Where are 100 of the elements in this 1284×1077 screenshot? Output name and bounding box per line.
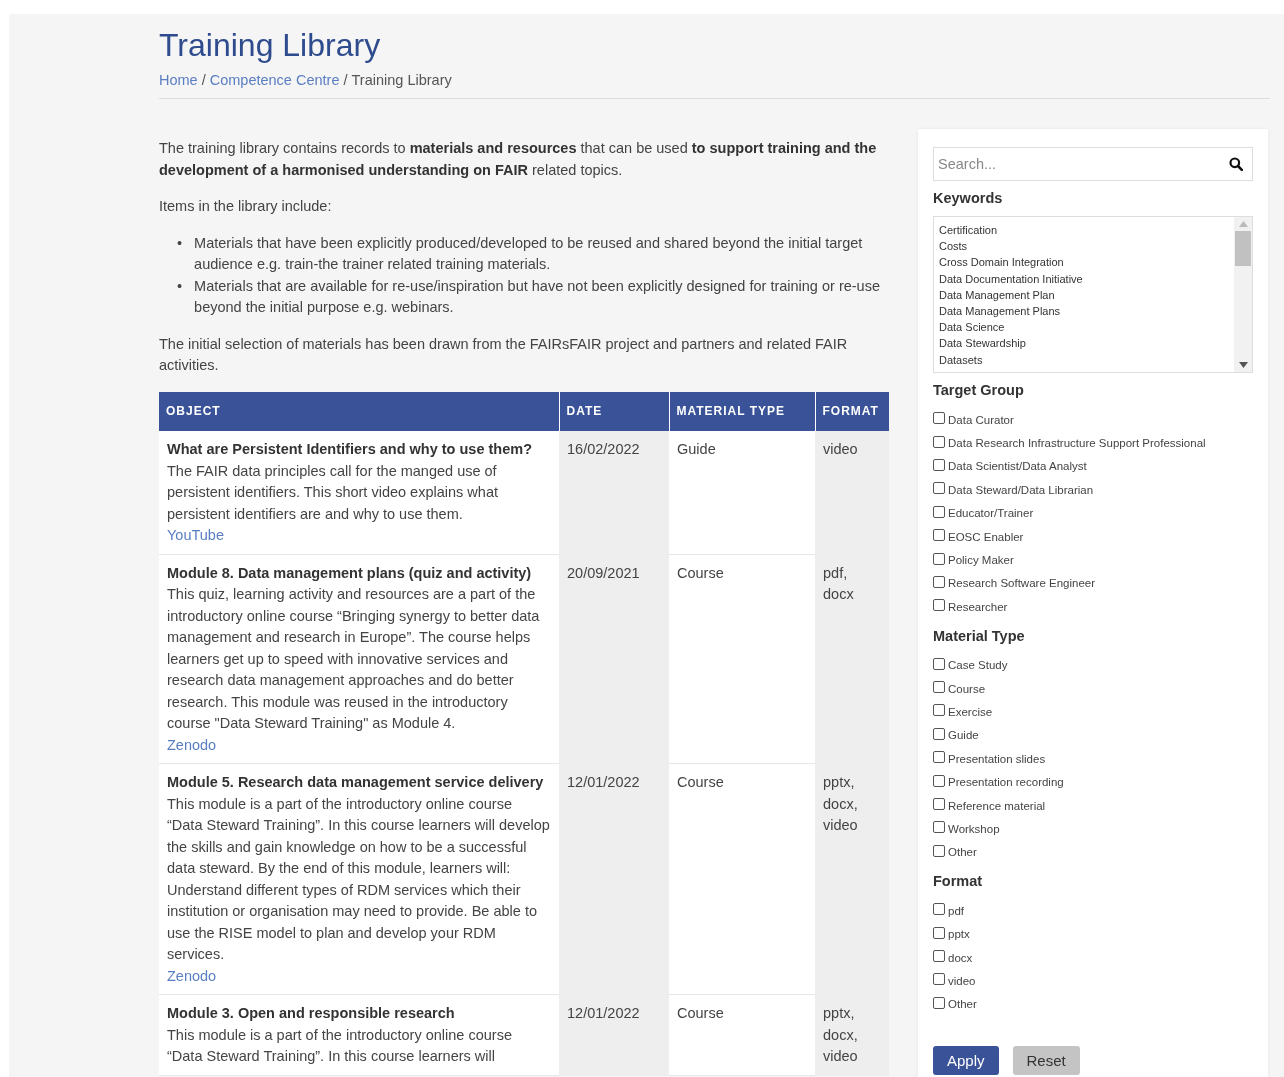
checkbox[interactable] [933,821,945,834]
checkbox-label: Researcher [948,600,1008,613]
keyword-option[interactable]: Data Management Plans [939,303,1229,320]
checkbox[interactable] [933,727,945,740]
scroll-down-icon[interactable] [1238,362,1248,368]
intro-paragraph: The training library contains records to materials and resources that can be used to support training and the development of a harmonised understanding on FAIR related topics. [159,139,878,180]
keyword-option[interactable]: Costs [939,238,1229,255]
table-cell: pptx, docx, video [815,763,889,995]
table-cell: video [815,431,889,554]
checkbox-label: Data Steward/Data Librarian [948,483,1094,496]
material-title: What are Persistent Identifiers and why to use them? [167,440,533,459]
breadcrumb-link[interactable]: Competence Centre [209,72,340,88]
material-description: The FAIR data principles call for the manged use of persistent identifiers. This short video explains what persistent identifiers are and why to use them. [167,461,499,524]
breadcrumb-link[interactable]: Home [159,72,198,88]
material-description: This module is a part of the introductory online course “Data Steward Training”. In this course learners will develop the skills and gain knowledge on how to be a successful data steward. By the end of this module, learners will: Understand different types of RDM services which their institution or organisation may need to provide. Be able to use the RISE model to plan and develop your RDM services. [167,794,551,964]
filter-heading: Target Group [933,381,1025,400]
checkbox[interactable] [933,599,945,612]
column-header: FORMAT [815,391,889,431]
table-cell: Course [669,994,815,1075]
filter-heading: Format [933,872,984,892]
table-cell: pdf, docx [815,554,889,764]
keyword-option[interactable]: Data Stewardship [939,335,1229,352]
table-cell: 20/09/2021 [559,554,669,764]
keyword-option[interactable]: Data Documentation Initiative [939,270,1229,287]
checkbox-label: Policy Maker [948,554,1014,567]
page-title: Training Library [159,26,382,64]
keyword-option[interactable]: Datasets [939,351,1229,368]
source-link[interactable]: Zenodo [167,736,217,753]
material-title: Module 3. Open and responsible research [167,1004,456,1023]
filter-heading: Keywords [933,189,1004,208]
breadcrumb-text: / [343,72,348,88]
checkbox-label: Data Curator [948,413,1014,426]
checkbox-label: Other [948,846,977,859]
checkbox[interactable] [933,950,945,962]
keyword-option[interactable]: Cross Domain Integration [939,254,1229,271]
checkbox[interactable] [933,926,945,939]
source-link[interactable]: Zenodo [167,967,217,984]
checkbox-label: Data Research Infrastructure Support Professional [948,437,1206,450]
material-description: This quiz, learning activity and resources are a part of the introductory online course “Bringing synergy to better data management and research in Europe”. The course helps learners get up to speed with innovative services and research data management approaches and do better research. This module was reused in the introductory course "Data Steward Training" as Module 4. [167,585,541,733]
checkbox-label: Guide [948,729,979,742]
checkbox[interactable] [933,798,945,811]
bullet-item: Materials that are available for re-use/inspiration but have not been explicitly designed for training or re-use beyond the initial purpose e.g. webinars. [194,276,881,317]
keyword-option[interactable]: Certification [939,222,1229,239]
keyword-option[interactable]: Data Management Plan [939,286,1229,303]
table-cell: 16/02/2022 [559,431,669,554]
checkbox-label: video [948,974,976,987]
checkbox[interactable] [933,681,945,694]
checkbox-label: Case Study [948,659,1008,672]
column-header: OBJECT [159,391,559,431]
checkbox[interactable] [933,412,945,425]
keyword-option[interactable]: Data Science [939,319,1229,336]
checkbox[interactable] [933,903,945,916]
checkbox[interactable] [933,529,945,542]
scrollbar[interactable] [1234,217,1252,372]
bullet-item: Materials that have been explicitly produced/developed to be reused and shared beyond the initial target audience e.g. train-the trainer related training materials. [194,233,864,274]
table-cell: Course [669,554,815,764]
filter-button[interactable]: Apply [933,1046,999,1075]
filter-button[interactable]: Reset [1012,1046,1080,1075]
material-title: Module 5. Research data management service delivery [167,773,545,792]
search-icon[interactable] [1229,157,1243,171]
checkbox[interactable] [933,657,945,670]
table-cell: pptx, docx, video [815,994,889,1075]
breadcrumb-text: Training Library [351,72,452,88]
checkbox[interactable] [933,552,945,565]
checkbox-label: pptx [948,928,970,941]
checkbox-label: Research Software Engineer [948,577,1096,590]
intro-paragraph: Items in the library include: [159,197,333,216]
filter-heading: Material Type [933,626,1026,646]
checkbox-label: Reference material [948,799,1046,812]
bullet-marker: • [177,276,183,296]
checkbox-label: docx [948,951,973,964]
column-header: DATE [559,391,669,431]
breadcrumb-text: / [201,72,206,88]
checkbox[interactable] [933,774,945,787]
keyword-listbox[interactable]: Certification Costs Cross Domain Integration Data Documentation Initiative Data Management Plan Data Management Plans Data Science Data Stewardship Datasets [933,216,1253,373]
checkbox[interactable] [933,482,945,495]
checkbox[interactable] [933,458,945,471]
bullet-marker: • [177,233,183,253]
checkbox[interactable] [933,505,945,518]
checkbox[interactable] [933,996,945,1009]
checkbox-label: EOSC Enabler [948,530,1024,543]
checkbox-label: Course [948,682,986,695]
material-description: This module is a part of the introductory online course “Data Steward Training”. In this course learners will [167,1025,513,1066]
checkbox[interactable] [933,751,945,764]
intro-paragraph: The initial selection of materials has been drawn from the FAIRsFAIR project and partners and related FAIR activities. [159,334,849,375]
column-header: MATERIAL TYPE [669,391,815,431]
checkbox[interactable] [933,575,945,588]
checkbox-label: Presentation slides [948,752,1046,765]
checkbox[interactable] [933,435,945,448]
source-link[interactable]: YouTube [167,527,224,543]
scrollbar-thumb[interactable] [1235,231,1251,266]
table-cell: Course [669,763,815,995]
material-title: Module 8. Data management plans (quiz and activity) [167,563,533,583]
checkbox[interactable] [933,704,945,717]
checkbox[interactable] [933,844,945,857]
checkbox[interactable] [933,973,945,986]
search-field[interactable]: Search... [933,147,1253,181]
checkbox-label: Educator/Trainer [948,507,1034,520]
checkbox-label: Other [948,998,977,1011]
checkbox-label: Exercise [948,706,993,718]
